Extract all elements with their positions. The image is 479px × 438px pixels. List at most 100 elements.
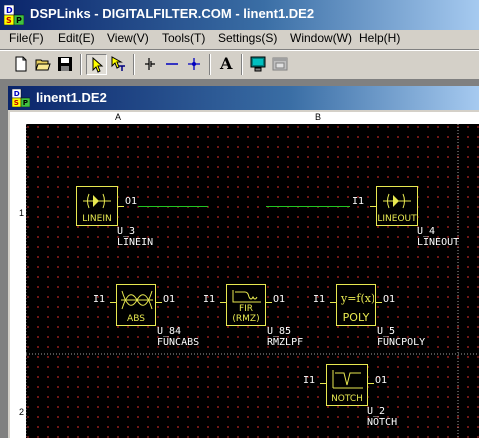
line-tool-button[interactable] bbox=[162, 54, 183, 75]
document-titlebar[interactable]: D S P linent1.DE2 bbox=[8, 86, 479, 110]
monitor-icon bbox=[250, 56, 266, 72]
new-file-button[interactable] bbox=[11, 54, 32, 75]
split-tool-button[interactable] bbox=[140, 54, 161, 75]
app-titlebar[interactable]: D S P DSPLinks - DIGITALFILTER.COM - lin… bbox=[0, 0, 479, 30]
poly-block[interactable]: y=f(x) POLY bbox=[336, 284, 376, 326]
notch-output-port: O1 bbox=[375, 375, 388, 386]
lineout-symbol-icon bbox=[383, 193, 411, 209]
linein-symbol-icon bbox=[83, 193, 111, 209]
fir-block[interactable]: FIR (RMZ) bbox=[226, 284, 266, 326]
split-tool-icon bbox=[145, 58, 155, 70]
new-file-icon bbox=[15, 56, 27, 72]
notch-output-pin bbox=[368, 383, 374, 384]
row-label-1: 1 bbox=[19, 208, 25, 218]
dsp-document-icon: D S P bbox=[12, 89, 30, 107]
lineout-input-port: I1 bbox=[352, 196, 365, 207]
linein-block[interactable]: LINEIN bbox=[76, 186, 118, 226]
node-tool-icon bbox=[188, 58, 200, 70]
poly-block-label: POLY bbox=[342, 311, 370, 324]
menu-settings[interactable]: Settings(S) bbox=[218, 31, 277, 45]
poly-output-pin bbox=[376, 302, 382, 303]
window-button[interactable] bbox=[270, 54, 291, 75]
wire-linein[interactable] bbox=[138, 206, 208, 207]
svg-text:S: S bbox=[6, 16, 12, 25]
notch-instance-id: U_2 bbox=[367, 406, 386, 417]
svg-text:P: P bbox=[16, 16, 22, 25]
abs-output-port: O1 bbox=[163, 294, 176, 305]
abs-waveform-icon bbox=[121, 290, 153, 310]
wire-lineout[interactable] bbox=[266, 206, 350, 207]
fir-block-sublabel: (RMZ) bbox=[232, 314, 260, 324]
fir-instance-id: U_85 bbox=[267, 326, 292, 337]
abs-instance-id: U_84 bbox=[157, 326, 182, 337]
notch-block-label: NOTCH bbox=[331, 394, 363, 404]
window-icon bbox=[272, 57, 288, 71]
wire-tool-icon bbox=[111, 56, 125, 71]
abs-block-label: ABS bbox=[127, 314, 145, 324]
open-file-button[interactable] bbox=[33, 54, 54, 75]
poly-function-icon: y=f(x) bbox=[340, 292, 374, 305]
linein-output-port: O1 bbox=[125, 196, 138, 207]
line-tool-icon bbox=[166, 63, 178, 65]
node-tool-button[interactable] bbox=[184, 54, 205, 75]
poly-instance-id: U_5 bbox=[377, 326, 396, 337]
menu-help[interactable]: Help(H) bbox=[359, 31, 400, 45]
column-label-a: A bbox=[115, 112, 122, 122]
toolbar-separator bbox=[80, 54, 82, 75]
menu-tools[interactable]: Tools(T) bbox=[162, 31, 205, 45]
save-disk-icon bbox=[58, 57, 72, 71]
abs-input-port: I1 bbox=[93, 294, 106, 305]
dsp-app-icon: D S P bbox=[4, 5, 24, 25]
notch-type-name: NOTCH bbox=[367, 417, 398, 428]
abs-block[interactable]: ABS bbox=[116, 284, 156, 326]
svg-text:P: P bbox=[23, 98, 28, 107]
open-folder-icon bbox=[35, 59, 51, 71]
poly-input-port: I1 bbox=[313, 294, 326, 305]
lineout-type-name: LINEOUT bbox=[417, 237, 460, 248]
column-ruler: A B bbox=[10, 112, 479, 124]
select-tool-button[interactable] bbox=[86, 54, 107, 75]
svg-text:S: S bbox=[14, 98, 19, 107]
poly-output-port: O1 bbox=[383, 294, 396, 305]
menu-edit[interactable]: Edit(E) bbox=[58, 31, 95, 45]
save-button[interactable] bbox=[55, 54, 76, 75]
menu-view[interactable]: View(V) bbox=[107, 31, 149, 45]
lineout-instance-id: U_4 bbox=[417, 226, 436, 237]
fir-output-port: O1 bbox=[273, 294, 286, 305]
text-tool-icon: A bbox=[220, 54, 233, 73]
fir-block-label: FIR bbox=[238, 304, 254, 314]
monitor-button[interactable] bbox=[248, 54, 269, 75]
row-ruler: 1 2 bbox=[10, 112, 26, 438]
schematic-canvas[interactable]: LINEIN O1 U_3 LINEIN I1 LINEOUT U_4 LINE… bbox=[26, 124, 479, 438]
text-tool-button[interactable]: A bbox=[216, 54, 237, 75]
column-label-b: B bbox=[315, 112, 322, 122]
menu-file[interactable]: File(F) bbox=[9, 31, 44, 45]
linein-output-pin bbox=[118, 206, 124, 207]
poly-type-name: FUNCPOLY bbox=[377, 337, 426, 348]
document-title: linent1.DE2 bbox=[36, 90, 107, 105]
toolbar: A bbox=[0, 50, 479, 80]
fir-output-pin bbox=[266, 302, 272, 303]
svg-text:y=f(x): y=f(x) bbox=[340, 292, 374, 305]
menu-window[interactable]: Window(W) bbox=[290, 31, 352, 45]
notch-block[interactable]: NOTCH bbox=[326, 364, 368, 406]
fir-lowpass-icon bbox=[232, 290, 261, 303]
notch-filter-icon bbox=[332, 370, 363, 389]
wire-tool-button[interactable] bbox=[108, 54, 129, 75]
toolbar-separator bbox=[241, 54, 243, 75]
notch-input-port: I1 bbox=[303, 375, 316, 386]
linein-type-name: LINEIN bbox=[117, 237, 154, 248]
lineout-block-label: LINEOUT bbox=[377, 214, 417, 224]
app-title: DSPLinks - DIGITALFILTER.COM - linent1.D… bbox=[30, 6, 315, 21]
page-boundaries bbox=[26, 124, 479, 438]
lineout-block[interactable]: LINEOUT bbox=[376, 186, 418, 226]
toolbar-separator bbox=[209, 54, 211, 75]
svg-text:D: D bbox=[14, 89, 20, 98]
row-label-2: 2 bbox=[19, 407, 25, 417]
select-arrow-icon bbox=[92, 57, 104, 73]
abs-type-name: FUNCABS bbox=[157, 337, 200, 348]
menu-bar: File(F) Edit(E) View(V) Tools(T) Setting… bbox=[0, 30, 479, 50]
svg-text:D: D bbox=[6, 6, 13, 15]
abs-output-pin bbox=[156, 302, 162, 303]
fir-type-name: RMZLPF bbox=[267, 337, 304, 348]
